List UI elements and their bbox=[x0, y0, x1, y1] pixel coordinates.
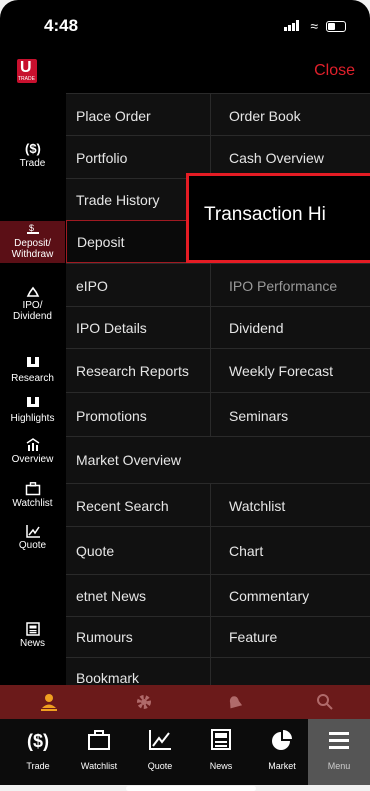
category-deposit-withdraw[interactable]: $ Deposit/Withdraw bbox=[0, 221, 65, 263]
line-chart-icon bbox=[25, 525, 40, 538]
menu-row: Bookmark bbox=[66, 657, 370, 686]
menu-row: Quote Chart bbox=[66, 526, 370, 574]
category-research[interactable]: Research bbox=[0, 357, 65, 384]
pie-chart-icon bbox=[272, 730, 292, 750]
menu-row: eIPO IPO Performance bbox=[66, 263, 370, 306]
signal-icon bbox=[284, 20, 299, 31]
nav-news[interactable]: News bbox=[190, 719, 252, 785]
menu-hamburger-icon bbox=[329, 732, 349, 749]
ipo-bell-icon bbox=[26, 286, 39, 297]
menu-item-promotions[interactable]: Promotions bbox=[76, 408, 147, 424]
category-trade[interactable]: ($) Trade bbox=[0, 140, 65, 169]
callout-text: Transaction Hi bbox=[204, 204, 326, 225]
category-ipo-dividend[interactable]: IPO/Dividend bbox=[0, 284, 65, 322]
status-time: 4:48 bbox=[44, 16, 79, 35]
utrade-highlights-icon bbox=[26, 397, 39, 407]
menu-row: Rumours Feature bbox=[66, 616, 370, 657]
menu-item-portfolio[interactable]: Portfolio bbox=[76, 150, 127, 166]
menu-item-ipo-performance[interactable]: IPO Performance bbox=[229, 278, 337, 294]
menu-item-weekly-forecast[interactable]: Weekly Forecast bbox=[229, 363, 333, 379]
category-watchlist[interactable]: Watchlist bbox=[0, 482, 65, 509]
menu-item-research-reports[interactable]: Research Reports bbox=[76, 363, 189, 379]
menu-item-rumours[interactable]: Rumours bbox=[76, 629, 133, 645]
search-icon[interactable] bbox=[316, 693, 334, 711]
menu-row: Recent Search Watchlist bbox=[66, 483, 370, 526]
menu-row: Promotions Seminars bbox=[66, 392, 370, 436]
menu-item-place-order[interactable]: Place Order bbox=[76, 108, 151, 124]
utrade-research-icon bbox=[26, 357, 39, 367]
highlight-callout: Transaction Hi bbox=[186, 173, 370, 263]
menu-item-cash-overview[interactable]: Cash Overview bbox=[229, 150, 324, 166]
category-overview[interactable]: Overview bbox=[0, 438, 65, 465]
menu-item-chart[interactable]: Chart bbox=[229, 543, 263, 559]
category-highlights[interactable]: Highlights bbox=[0, 397, 65, 424]
menu-item-market-overview[interactable]: Market Overview bbox=[76, 452, 181, 468]
svg-text:$: $ bbox=[29, 223, 34, 233]
briefcase-icon bbox=[25, 482, 40, 496]
close-button[interactable]: Close bbox=[314, 62, 355, 80]
menu-item-bookmark[interactable]: Bookmark bbox=[76, 670, 139, 686]
newspaper-icon bbox=[25, 622, 40, 636]
deposit-icon: $ bbox=[26, 223, 39, 234]
menu-row: IPO Details Dividend bbox=[66, 306, 370, 348]
user-icon[interactable] bbox=[41, 693, 57, 711]
nav-menu[interactable]: Menu bbox=[308, 719, 370, 785]
menu-row: Portfolio Cash Overview bbox=[66, 135, 370, 178]
menu-row: Market Overview bbox=[66, 436, 370, 483]
menu-row: Research Reports Weekly Forecast bbox=[66, 348, 370, 392]
newspaper-icon bbox=[211, 729, 231, 750]
menu-item-dividend[interactable]: Dividend bbox=[229, 320, 283, 336]
home-indicator bbox=[126, 786, 256, 791]
status-bar: 4:48 ≈ bbox=[0, 0, 370, 50]
menu-item-commentary[interactable]: Commentary bbox=[229, 588, 309, 604]
menu-item-watchlist[interactable]: Watchlist bbox=[229, 498, 285, 514]
menu-row: Place Order Order Book bbox=[66, 93, 370, 135]
bell-icon[interactable] bbox=[226, 693, 244, 711]
menu-item-feature[interactable]: Feature bbox=[229, 629, 277, 645]
trade-dollar-icon: ($) bbox=[25, 141, 41, 156]
svg-text:($): ($) bbox=[27, 731, 49, 751]
menu-item-recent-search[interactable]: Recent Search bbox=[76, 498, 169, 514]
menu-item-trade-history[interactable]: Trade History bbox=[76, 192, 160, 208]
line-chart-icon bbox=[149, 730, 171, 750]
nav-quote[interactable]: Quote bbox=[129, 719, 191, 785]
quick-tab-bar bbox=[0, 685, 370, 719]
phone-screen: 4:48 ≈ U TRADE Close ($) Trade $ Deposit/… bbox=[0, 0, 370, 785]
battery-icon bbox=[326, 21, 346, 32]
category-quote[interactable]: Quote bbox=[0, 524, 65, 551]
nav-trade[interactable]: ($) Trade bbox=[7, 719, 69, 785]
menu-item-deposit[interactable]: Deposit bbox=[77, 234, 124, 250]
bottom-navigation: ($) Trade Watchlist Quote News Market Me… bbox=[0, 719, 370, 785]
utrade-logo: U TRADE bbox=[17, 59, 37, 83]
nav-market[interactable]: Market bbox=[251, 719, 313, 785]
briefcase-icon bbox=[88, 730, 110, 750]
settings-gear-icon[interactable] bbox=[135, 693, 153, 711]
menu-item-quote[interactable]: Quote bbox=[76, 543, 114, 559]
wifi-icon: ≈ bbox=[310, 18, 318, 34]
menu-item-eipo[interactable]: eIPO bbox=[76, 278, 108, 294]
menu-item-seminars[interactable]: Seminars bbox=[229, 408, 288, 424]
category-news[interactable]: News bbox=[0, 622, 65, 649]
menu-item-ipo-details[interactable]: IPO Details bbox=[76, 320, 147, 336]
overview-chart-icon bbox=[26, 438, 39, 451]
menu-item-order-book[interactable]: Order Book bbox=[229, 108, 301, 124]
menu-item-etnet-news[interactable]: etnet News bbox=[76, 588, 146, 604]
svg-text:($): ($) bbox=[25, 141, 41, 156]
menu-row: etnet News Commentary bbox=[66, 574, 370, 616]
trade-dollar-icon: ($) bbox=[27, 731, 49, 751]
nav-watchlist[interactable]: Watchlist bbox=[68, 719, 130, 785]
